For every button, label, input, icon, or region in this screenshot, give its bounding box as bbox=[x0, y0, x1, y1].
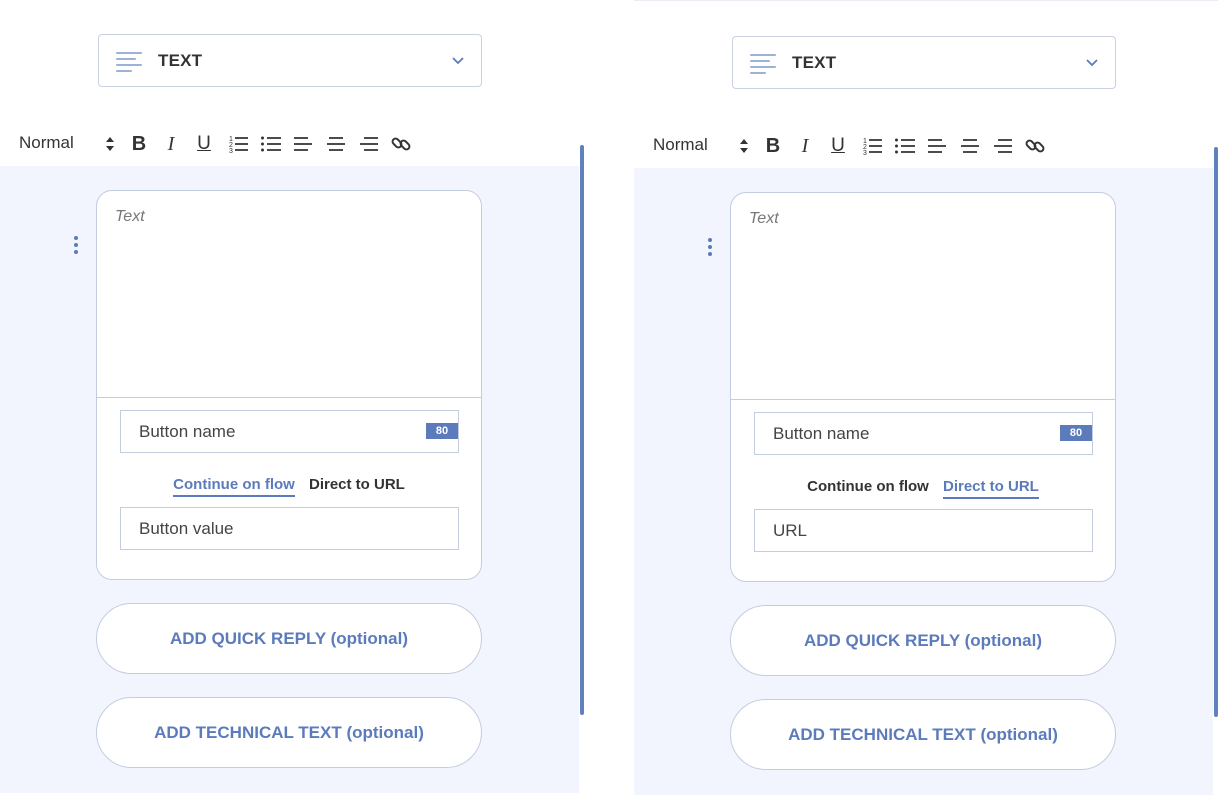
add-technical-text-button[interactable]: ADD TECHNICAL TEXT (optional) bbox=[96, 697, 482, 768]
dropdown-label: TEXT bbox=[158, 51, 203, 70]
more-options-icon[interactable] bbox=[707, 238, 713, 258]
add-quick-reply-button[interactable]: ADD QUICK REPLY (optional) bbox=[96, 603, 482, 674]
align-right-icon[interactable] bbox=[358, 133, 380, 155]
url-placeholder: URL bbox=[773, 521, 808, 540]
italic-icon[interactable]: I bbox=[160, 133, 182, 155]
rich-text-toolbar: Normal B I U 123 bbox=[634, 130, 1218, 160]
button-action-options: Continue on flow Direct to URL bbox=[731, 478, 1115, 502]
button-name-placeholder: Button name bbox=[773, 424, 870, 443]
chevron-down-icon bbox=[1086, 59, 1098, 67]
rich-text-toolbar: Normal B I U 123 bbox=[0, 128, 584, 158]
bold-icon[interactable]: B bbox=[762, 135, 784, 157]
more-options-icon[interactable] bbox=[73, 236, 79, 256]
svg-text:3: 3 bbox=[229, 148, 233, 155]
underline-icon[interactable]: U bbox=[827, 135, 849, 157]
scrollbar[interactable] bbox=[1214, 147, 1218, 717]
format-select[interactable]: Normal bbox=[653, 135, 708, 155]
option-continue-on-flow[interactable]: Continue on flow bbox=[173, 476, 295, 497]
ordered-list-icon[interactable]: 123 bbox=[862, 135, 884, 157]
chevron-down-icon bbox=[452, 57, 464, 65]
button-action-options: Continue on flow Direct to URL bbox=[97, 476, 481, 500]
add-technical-text-button[interactable]: ADD TECHNICAL TEXT (optional) bbox=[730, 699, 1116, 770]
option-direct-to-url[interactable]: Direct to URL bbox=[309, 476, 405, 495]
align-center-icon[interactable] bbox=[959, 135, 981, 157]
link-icon[interactable] bbox=[390, 133, 412, 155]
svg-text:3: 3 bbox=[863, 150, 867, 157]
align-left-icon[interactable] bbox=[292, 133, 314, 155]
underline-icon[interactable]: U bbox=[193, 133, 215, 155]
option-direct-to-url[interactable]: Direct to URL bbox=[942, 478, 1039, 499]
content-type-dropdown[interactable]: TEXT bbox=[98, 34, 482, 87]
align-left-icon[interactable] bbox=[926, 135, 948, 157]
url-input[interactable]: URL bbox=[754, 509, 1093, 552]
message-card: Text Button name 80 Continue on flow Dir… bbox=[730, 192, 1116, 582]
text-editor-input[interactable]: Text bbox=[115, 208, 145, 226]
bold-icon[interactable]: B bbox=[128, 133, 150, 155]
option-continue-on-flow[interactable]: Continue on flow bbox=[807, 478, 929, 497]
dropdown-label: TEXT bbox=[792, 53, 837, 72]
text-editor-input[interactable]: Text bbox=[749, 210, 779, 228]
text-lines-icon bbox=[116, 52, 142, 72]
button-value-input[interactable]: Button value bbox=[120, 507, 459, 550]
align-center-icon[interactable] bbox=[325, 133, 347, 155]
button-name-input[interactable]: Button name 80 bbox=[120, 410, 459, 453]
card-divider bbox=[731, 399, 1115, 400]
button-name-input[interactable]: Button name 80 bbox=[754, 412, 1093, 455]
char-limit-badge: 80 bbox=[1060, 425, 1092, 441]
message-card: Text Button name 80 Continue on flow Dir… bbox=[96, 190, 482, 580]
format-select[interactable]: Normal bbox=[19, 133, 74, 153]
card-divider bbox=[97, 397, 481, 398]
italic-icon[interactable]: I bbox=[794, 135, 816, 157]
ordered-list-icon[interactable]: 123 bbox=[228, 133, 250, 155]
top-divider bbox=[634, 0, 1218, 1]
button-name-placeholder: Button name bbox=[139, 422, 236, 441]
link-icon[interactable] bbox=[1024, 135, 1046, 157]
button-value-placeholder: Button value bbox=[139, 519, 234, 538]
editor-panel-right: TEXT Normal B I U 123 Text Button name 8… bbox=[634, 0, 1218, 795]
text-lines-icon bbox=[750, 54, 776, 74]
editor-panel-left: TEXT Normal B I U 123 Text Button name 8… bbox=[0, 0, 584, 793]
scrollbar[interactable] bbox=[580, 145, 584, 715]
bullet-list-icon[interactable] bbox=[894, 135, 916, 157]
sort-icon[interactable] bbox=[739, 138, 749, 154]
char-limit-badge: 80 bbox=[426, 423, 458, 439]
content-type-dropdown[interactable]: TEXT bbox=[732, 36, 1116, 89]
align-right-icon[interactable] bbox=[992, 135, 1014, 157]
add-quick-reply-button[interactable]: ADD QUICK REPLY (optional) bbox=[730, 605, 1116, 676]
sort-icon[interactable] bbox=[105, 136, 115, 152]
bullet-list-icon[interactable] bbox=[260, 133, 282, 155]
